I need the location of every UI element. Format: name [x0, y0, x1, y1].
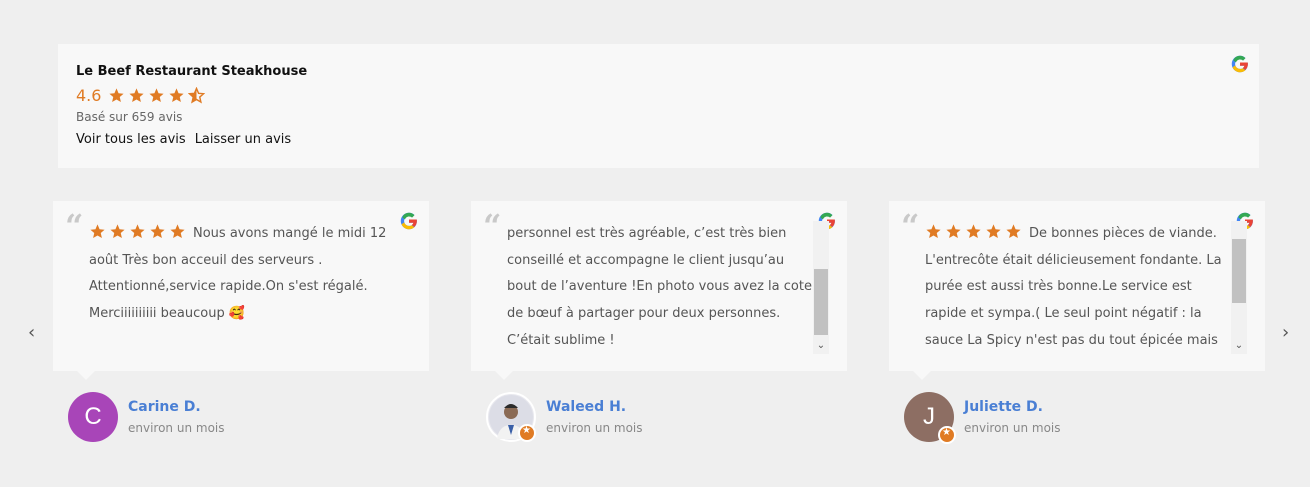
star-icon: [128, 87, 145, 104]
reviewer: C Carine D. environ un mois: [68, 392, 225, 442]
star-icon: [108, 87, 125, 104]
half-star-icon: [188, 87, 206, 104]
star-icon: [109, 223, 126, 240]
business-summary-card: Le Beef Restaurant Steakhouse 4.6 Basé s…: [58, 44, 1259, 168]
business-name: Le Beef Restaurant Steakhouse: [76, 64, 308, 79]
star-icon: [945, 223, 962, 240]
review-body: Nous avons mangé le midi 12 août Très bo…: [89, 226, 387, 322]
quote-icon: “: [901, 207, 920, 245]
review-text: personnel est très agréable, c’est très …: [507, 221, 813, 356]
avatar-initial: C: [84, 403, 102, 430]
next-arrow[interactable]: ›: [1282, 322, 1289, 343]
quote-icon: “: [483, 207, 502, 245]
star-icon: [985, 223, 1002, 240]
google-icon: [1231, 55, 1249, 73]
star-icon: [148, 87, 165, 104]
review-text: De bonnes pièces de viande. L'entrecôte …: [925, 221, 1231, 356]
star-icon: [925, 223, 942, 240]
star-icon: [89, 223, 106, 240]
review-time: environ un mois: [964, 421, 1061, 435]
review-card: “ De bonnes pièces de viande. L'entrecôt…: [889, 201, 1265, 380]
review-scrollbar[interactable]: ⌄: [1231, 221, 1247, 354]
star-icon: [169, 223, 186, 240]
local-guide-badge-icon: [518, 424, 536, 442]
avatar: [486, 392, 536, 442]
quote-icon: “: [65, 207, 84, 245]
review-scrollbar[interactable]: ⌄: [813, 221, 829, 354]
avatar: J: [904, 392, 956, 444]
review-text: Nous avons mangé le midi 12 août Très bo…: [89, 221, 409, 356]
scroll-down-icon[interactable]: ⌄: [1231, 338, 1247, 354]
scrollbar-thumb[interactable]: [1232, 239, 1246, 303]
reviewer: Waleed H. environ un mois: [486, 392, 643, 442]
reviewer-name[interactable]: Juliette D.: [964, 399, 1061, 415]
scrollbar-thumb[interactable]: [814, 269, 828, 335]
local-guide-badge-icon: [938, 426, 956, 444]
review-body: De bonnes pièces de viande. L'entrecôte …: [925, 226, 1222, 348]
reviewer-name[interactable]: Carine D.: [128, 399, 225, 415]
see-all-reviews-link[interactable]: Voir tous les avis: [76, 132, 186, 147]
prev-arrow[interactable]: ‹: [28, 322, 35, 343]
reviewer: J Juliette D. environ un mois: [904, 392, 1061, 444]
avatar-initial: J: [923, 403, 935, 430]
review-card: “ Nous avons mangé le midi 12 août Très …: [53, 201, 429, 380]
star-icon: [129, 223, 146, 240]
star-icon: [149, 223, 166, 240]
review-body: personnel est très agréable, c’est très …: [507, 226, 812, 348]
reviewer-name[interactable]: Waleed H.: [546, 399, 643, 415]
star-icon: [965, 223, 982, 240]
rating-value: 4.6: [76, 86, 102, 105]
review-stars: [89, 223, 189, 240]
scroll-down-icon[interactable]: ⌄: [813, 338, 829, 354]
review-time: environ un mois: [128, 421, 225, 435]
business-rating: 4.6: [76, 86, 208, 105]
review-time: environ un mois: [546, 421, 643, 435]
avatar: C: [68, 392, 118, 442]
rating-stars: [108, 87, 208, 104]
review-count: Basé sur 659 avis: [76, 110, 183, 124]
star-icon: [168, 87, 185, 104]
star-icon: [1005, 223, 1022, 240]
review-stars: [925, 223, 1025, 240]
review-card: “ personnel est très agréable, c’est trè…: [471, 201, 847, 380]
leave-review-link[interactable]: Laisser un avis: [195, 132, 292, 147]
